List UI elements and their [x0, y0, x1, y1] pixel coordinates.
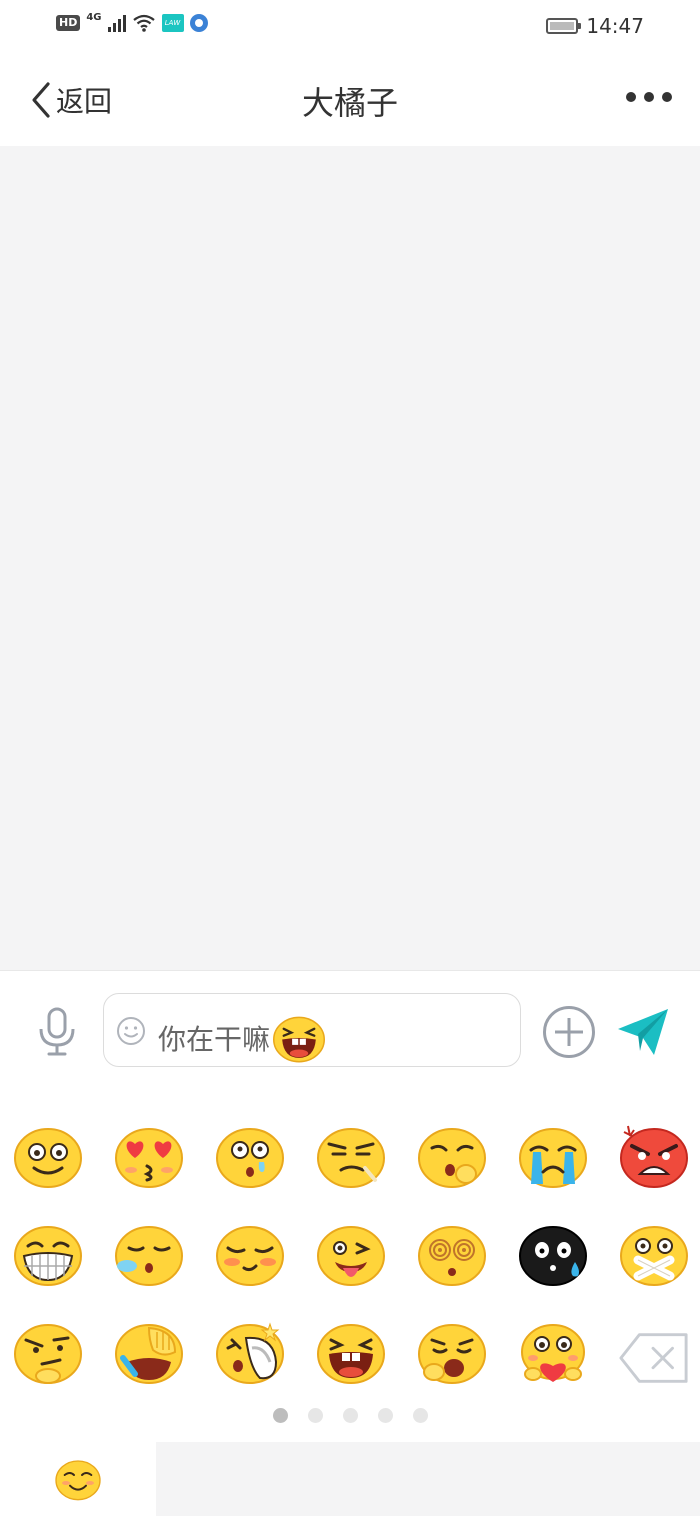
status-right: 14:47: [546, 14, 644, 38]
plus-circle-icon[interactable]: [542, 1005, 596, 1059]
emoji-facepalm-laugh[interactable]: [113, 1318, 185, 1386]
back-button[interactable]: 返回: [30, 80, 112, 120]
signal-icon: [107, 14, 126, 32]
smiley-icon[interactable]: [116, 1016, 146, 1046]
emoji-tongue-wink[interactable]: [315, 1220, 387, 1288]
page-title: 大橘子: [301, 84, 398, 122]
emoji-zip-mouth[interactable]: [618, 1220, 690, 1288]
smiley-emoji-icon: [55, 1460, 101, 1501]
battery-icon: [546, 18, 582, 34]
emoji-black-sweat[interactable]: [517, 1220, 589, 1288]
emoji-angry-red[interactable]: [618, 1122, 690, 1190]
status-left-icons: HD 4G LAW: [56, 11, 208, 32]
emoji-stunned-drool[interactable]: [214, 1122, 286, 1190]
chat-header: 返回 大橘子: [0, 54, 700, 146]
emoji-yawn-tired[interactable]: [416, 1318, 488, 1386]
wifi-icon: [132, 14, 155, 32]
emoji-loud-cry[interactable]: [517, 1122, 589, 1190]
app-notification-icon-2: [189, 14, 208, 32]
page-dot-4[interactable]: [377, 1408, 393, 1423]
network-type: 4G: [86, 11, 102, 23]
emoji-grid: [12, 1122, 692, 1386]
status-bar: HD 4G LAW 14:47: [0, 0, 700, 54]
clock: 14:47: [586, 14, 644, 38]
emoji-heart-eyes-kiss[interactable]: [113, 1122, 185, 1190]
input-bar: 你在干嘛: [0, 970, 700, 1091]
emoji-thinking-smirk[interactable]: [12, 1318, 84, 1386]
page-dot-1[interactable]: [272, 1408, 288, 1423]
hd-badge: HD: [56, 15, 81, 31]
emoji-sleepy-drool[interactable]: [113, 1220, 185, 1288]
emoji-category-tabs: [0, 1442, 700, 1516]
tab-default-emoji[interactable]: [0, 1442, 156, 1516]
emoji-dizzy-spiral[interactable]: [416, 1220, 488, 1288]
page-dot-5[interactable]: [412, 1408, 428, 1423]
emoji-laughing-buck-teeth[interactable]: [315, 1318, 387, 1386]
chevron-left-icon: [32, 82, 50, 118]
laughing-emoji-icon: [273, 1016, 326, 1063]
emoji-panel: [0, 1090, 700, 1442]
message-list[interactable]: [0, 146, 700, 970]
app-notification-icon: LAW: [161, 14, 184, 32]
microphone-icon[interactable]: [36, 1007, 78, 1057]
emoji-page-indicator: [0, 1408, 700, 1423]
emoji-yawn-hand[interactable]: [416, 1122, 488, 1190]
input-text: 你在干嘛: [158, 1023, 271, 1056]
page-dot-3[interactable]: [342, 1408, 358, 1423]
emoji-smile[interactable]: [12, 1122, 84, 1190]
more-dots-icon[interactable]: [626, 92, 672, 102]
emoji-slap-slipper[interactable]: [214, 1318, 286, 1386]
send-paper-plane-icon[interactable]: [616, 1005, 670, 1059]
message-input[interactable]: 你在干嘛: [103, 993, 521, 1067]
emoji-heart-hold[interactable]: [517, 1318, 589, 1386]
emoji-smirk-sneer[interactable]: [315, 1122, 387, 1190]
backspace-delete-icon[interactable]: [618, 1318, 690, 1386]
back-label: 返回: [56, 85, 113, 118]
emoji-shy-blush[interactable]: [214, 1220, 286, 1288]
emoji-big-grin[interactable]: [12, 1220, 84, 1288]
page-dot-2[interactable]: [307, 1408, 323, 1423]
